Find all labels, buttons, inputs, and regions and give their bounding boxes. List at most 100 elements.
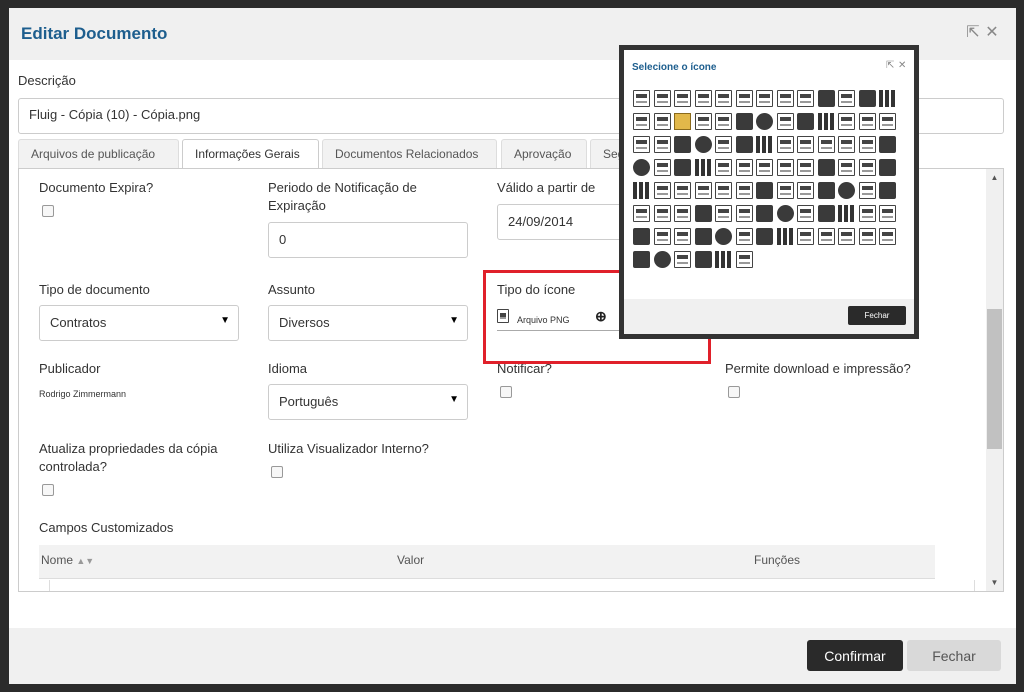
file-type-icon[interactable] <box>674 251 691 268</box>
tab-publicacao[interactable]: Arquivos de publicação <box>18 139 179 168</box>
file-type-icon[interactable] <box>735 113 753 130</box>
column-nome[interactable]: Nome ▲▼ <box>41 553 94 567</box>
file-type-icon[interactable] <box>776 136 794 153</box>
popout-icon[interactable]: ⇱ <box>964 24 982 42</box>
file-type-icon[interactable] <box>797 113 814 130</box>
file-type-icon[interactable] <box>735 251 753 268</box>
selected-folder-icon[interactable] <box>674 113 691 130</box>
file-type-icon[interactable] <box>653 228 671 245</box>
file-type-icon[interactable] <box>756 136 773 153</box>
close-icon[interactable]: ✕ <box>898 60 906 71</box>
file-type-icon[interactable] <box>797 182 814 199</box>
scroll-up-arrow[interactable]: ▲ <box>986 169 1003 186</box>
file-type-icon[interactable] <box>694 182 712 199</box>
file-type-icon[interactable] <box>715 113 732 130</box>
file-type-icon[interactable] <box>674 159 691 176</box>
documento-expira-checkbox[interactable] <box>42 205 54 217</box>
tipo-documento-select[interactable]: Contratos ▼ <box>39 305 239 341</box>
file-type-icon[interactable] <box>838 136 855 153</box>
icon-picker-close-button[interactable]: Fechar <box>848 306 906 325</box>
file-type-icon[interactable] <box>858 228 876 245</box>
file-type-icon[interactable] <box>776 205 794 222</box>
file-type-icon[interactable] <box>858 182 876 199</box>
idioma-select[interactable]: Português ▼ <box>268 384 468 420</box>
file-type-icon[interactable] <box>797 228 814 245</box>
file-type-icon[interactable] <box>756 205 773 222</box>
permite-download-checkbox[interactable] <box>728 386 740 398</box>
file-type-icon[interactable] <box>715 251 732 268</box>
file-type-icon[interactable] <box>817 90 835 107</box>
file-type-icon[interactable] <box>633 251 650 268</box>
file-type-icon[interactable] <box>817 205 835 222</box>
file-type-icon[interactable] <box>817 182 835 199</box>
file-type-icon[interactable] <box>694 205 712 222</box>
tab-informacoes-gerais[interactable]: Informações Gerais <box>182 139 319 170</box>
file-type-icon[interactable] <box>838 182 855 199</box>
file-type-icon[interactable] <box>633 182 650 199</box>
file-type-icon[interactable] <box>838 205 855 222</box>
visualizador-checkbox[interactable] <box>271 466 283 478</box>
file-type-icon[interactable] <box>694 113 712 130</box>
file-type-icon[interactable] <box>838 90 855 107</box>
file-type-icon[interactable] <box>817 136 835 153</box>
file-type-icon[interactable] <box>735 136 753 153</box>
file-type-icon[interactable] <box>838 228 855 245</box>
file-type-icon[interactable] <box>715 136 732 153</box>
file-type-icon[interactable] <box>776 113 794 130</box>
close-icon[interactable]: ✕ <box>983 24 1001 42</box>
file-type-icon[interactable] <box>694 136 712 153</box>
file-type-icon[interactable] <box>653 159 671 176</box>
file-type-icon[interactable] <box>735 90 753 107</box>
file-type-icon[interactable] <box>633 205 650 222</box>
file-type-icon[interactable] <box>879 136 896 153</box>
file-type-icon[interactable] <box>817 113 835 130</box>
file-type-icon[interactable] <box>879 205 896 222</box>
file-type-icon[interactable] <box>776 228 794 245</box>
atualiza-checkbox[interactable] <box>42 484 54 496</box>
panel-scrollbar[interactable]: ▲ ▼ <box>986 169 1003 591</box>
file-type-icon[interactable] <box>653 251 671 268</box>
file-type-icon[interactable] <box>858 136 876 153</box>
file-type-icon[interactable] <box>879 159 896 176</box>
file-type-icon[interactable] <box>653 136 671 153</box>
file-type-icon[interactable] <box>694 159 712 176</box>
file-type-icon[interactable] <box>715 90 732 107</box>
file-type-icon[interactable] <box>879 182 896 199</box>
file-type-icon[interactable] <box>633 113 650 130</box>
file-type-icon[interactable] <box>633 228 650 245</box>
file-type-icon[interactable] <box>735 228 753 245</box>
file-type-icon[interactable] <box>694 251 712 268</box>
scroll-thumb[interactable] <box>987 309 1002 449</box>
file-type-icon[interactable] <box>838 113 855 130</box>
file-type-icon[interactable] <box>674 205 691 222</box>
popout-icon[interactable]: ⇱ <box>886 60 894 71</box>
file-type-icon[interactable] <box>674 136 691 153</box>
file-type-icon[interactable] <box>694 228 712 245</box>
file-type-icon[interactable] <box>858 90 876 107</box>
file-type-icon[interactable] <box>797 205 814 222</box>
file-type-icon[interactable] <box>879 90 896 107</box>
file-type-icon[interactable] <box>838 159 855 176</box>
file-type-icon[interactable] <box>858 205 876 222</box>
file-type-icon[interactable] <box>633 90 650 107</box>
file-type-icon[interactable] <box>756 182 773 199</box>
file-type-icon[interactable] <box>735 205 753 222</box>
valido-input[interactable]: 24/09/2014 <box>497 204 637 240</box>
file-type-icon[interactable] <box>776 90 794 107</box>
file-type-icon[interactable] <box>817 159 835 176</box>
file-type-icon[interactable] <box>653 205 671 222</box>
close-button[interactable]: Fechar <box>907 640 1001 671</box>
file-type-icon[interactable] <box>715 205 732 222</box>
periodo-input[interactable]: 0 <box>268 222 468 258</box>
file-type-icon[interactable] <box>879 228 896 245</box>
file-type-icon[interactable] <box>776 182 794 199</box>
file-type-icon[interactable] <box>879 113 896 130</box>
file-type-icon[interactable] <box>694 90 712 107</box>
confirm-button[interactable]: Confirmar <box>807 640 903 671</box>
tab-documentos-relacionados[interactable]: Documentos Relacionados <box>322 139 497 168</box>
tab-aprovacao[interactable]: Aprovação <box>501 139 587 168</box>
assunto-select[interactable]: Diversos ▼ <box>268 305 468 341</box>
file-type-icon[interactable] <box>858 113 876 130</box>
file-type-icon[interactable] <box>735 182 753 199</box>
file-type-icon[interactable] <box>797 90 814 107</box>
